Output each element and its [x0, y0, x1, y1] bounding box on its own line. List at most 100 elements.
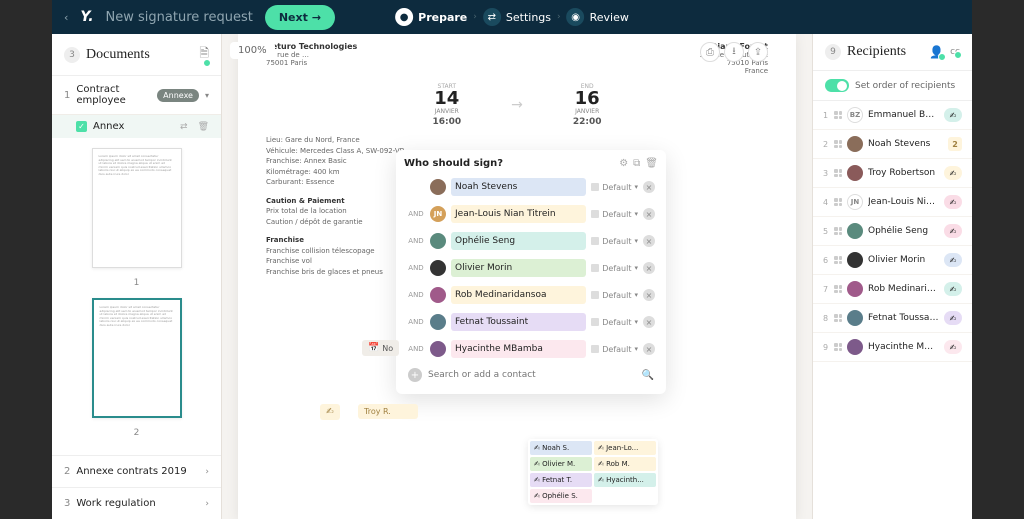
download-icon[interactable]: ⭳ [724, 42, 744, 62]
add-document-icon[interactable]: 🗎 [199, 44, 209, 65]
copy-icon[interactable]: ⧉ [633, 158, 640, 169]
drag-handle-icon[interactable] [834, 198, 842, 206]
avatar [847, 165, 863, 181]
page-thumbnail-2[interactable]: Lorem ipsum dolor sit amet consectetur a… [92, 298, 182, 418]
role-select[interactable]: Default ▾ [591, 264, 638, 273]
role-select[interactable]: Default ▾ [591, 183, 638, 192]
share-icon[interactable]: ⇪ [748, 42, 768, 62]
toggle-switch [825, 79, 849, 92]
annex-item[interactable]: ✓ Annex ⇄ 🗑 [52, 115, 221, 138]
cc-icon[interactable]: cc [950, 47, 960, 57]
step-review[interactable]: ◉Review [567, 8, 629, 26]
field-count: 2 [948, 137, 962, 151]
signer-name: Noah Stevens [451, 178, 586, 196]
recipient-row[interactable]: 6 Olivier Morin ✍ [813, 246, 972, 275]
role-select[interactable]: Default ▾ [591, 210, 638, 219]
signer-row[interactable]: AND Rob Medinaridansoa Default ▾ × [404, 283, 658, 307]
next-button[interactable]: Next → [265, 5, 335, 30]
settings-icon[interactable]: ⚙ [619, 158, 628, 169]
remove-icon[interactable]: × [643, 181, 655, 193]
avatar [847, 339, 863, 355]
avatar [430, 260, 446, 276]
delete-icon[interactable]: 🗑 [645, 158, 658, 169]
remove-icon[interactable]: × [643, 262, 655, 274]
role-select[interactable]: Default ▾ [591, 291, 638, 300]
recipient-row[interactable]: 4 JN Jean-Louis Nian Titrein ✍ [813, 188, 972, 217]
recipient-row[interactable]: 8 Fetnat Toussaint ✍ [813, 304, 972, 333]
recipient-row[interactable]: 2 Noah Stevens 2 [813, 130, 972, 159]
recipient-name: Emmanuel Boute or René… [868, 110, 939, 120]
signer-name: Olivier Morin [451, 259, 586, 277]
recipients-panel: 9 Recipients 👤 cc Set order of recipient… [812, 34, 972, 519]
avatar [847, 223, 863, 239]
print-icon[interactable]: ⎙ [700, 42, 720, 62]
recipient-row[interactable]: 3 Troy Robertson ✍ [813, 159, 972, 188]
step-prepare[interactable]: ●Prepare [395, 8, 467, 26]
drag-handle-icon[interactable] [834, 227, 842, 235]
document-item[interactable]: 2 Annexe contrats 2019 › [52, 455, 221, 487]
chevron-icon: › [205, 467, 209, 477]
signature-icon: ✍ [326, 407, 334, 417]
drag-handle-icon[interactable] [834, 140, 842, 148]
avatar [430, 314, 446, 330]
chevron-icon: › [205, 499, 209, 509]
avatar [430, 341, 446, 357]
recipient-row[interactable]: 5 Ophélie Seng ✍ [813, 217, 972, 246]
drag-handle-icon[interactable] [834, 169, 842, 177]
signature-field-chip[interactable]: Troy R. [358, 404, 418, 419]
arrow-icon: → [511, 97, 523, 113]
signature-preview: ✍ Ophélie S. [530, 489, 592, 503]
avatar [847, 136, 863, 152]
add-signer-row[interactable]: + 🔍 [404, 364, 658, 386]
document-item[interactable]: 3 Work regulation › [52, 487, 221, 519]
drag-handle-icon[interactable] [834, 256, 842, 264]
role-select[interactable]: Default ▾ [591, 237, 638, 246]
signature-status-icon: ✍ [944, 340, 962, 354]
remove-icon[interactable]: × [643, 208, 655, 220]
search-input[interactable] [428, 370, 636, 380]
remove-icon[interactable]: × [643, 289, 655, 301]
role-select[interactable]: Default ▾ [591, 345, 638, 354]
recipient-row[interactable]: 7 Rob Medinaridansoa ✍ [813, 275, 972, 304]
signer-row[interactable]: AND Hyacinthe MBamba Default ▾ × [404, 337, 658, 361]
swap-icon[interactable]: ⇄ [180, 122, 188, 132]
document-item[interactable]: 1 Contract employee Annexe ▾ [52, 76, 221, 115]
remove-icon[interactable]: × [643, 316, 655, 328]
set-order-toggle[interactable]: Set order of recipients [813, 71, 972, 101]
signer-row[interactable]: AND Fetnat Toussaint Default ▾ × [404, 310, 658, 334]
document-text: Lieu: Gare du Nord, France Véhicule: Mer… [266, 135, 406, 277]
plus-icon[interactable]: + [408, 368, 422, 382]
back-icon[interactable]: ‹ [64, 11, 68, 24]
signer-row[interactable]: Noah Stevens Default ▾ × [404, 175, 658, 199]
delete-icon[interactable]: 🗑 [198, 122, 209, 132]
remove-icon[interactable]: × [643, 343, 655, 355]
documents-title: Documents [86, 47, 193, 63]
signer-name: Jean-Louis Nian Titrein [451, 205, 586, 223]
date-field-chip[interactable]: 📅No [362, 340, 399, 356]
signer-row[interactable]: AND JN Jean-Louis Nian Titrein Default ▾… [404, 202, 658, 226]
doc-count: 3 [64, 47, 80, 63]
avatar [847, 281, 863, 297]
chevron-icon: › [473, 12, 477, 22]
chevron-down-icon[interactable]: ▾ [205, 91, 209, 100]
zoom-level[interactable]: 100% [230, 42, 275, 59]
recipient-row[interactable]: 1 BZ Emmanuel Boute or René… ✍ [813, 101, 972, 130]
role-select[interactable]: Default ▾ [591, 318, 638, 327]
drag-handle-icon[interactable] [834, 285, 842, 293]
signer-row[interactable]: AND Ophélie Seng Default ▾ × [404, 229, 658, 253]
step-settings[interactable]: ⇄Settings [483, 8, 551, 26]
add-recipient-icon[interactable]: 👤 [929, 45, 944, 59]
signature-field-chip[interactable]: ✍ [320, 404, 340, 420]
signer-name: Rob Medinaridansoa [451, 286, 586, 304]
drag-handle-icon[interactable] [834, 314, 842, 322]
signer-name: Fetnat Toussaint [451, 313, 586, 331]
signer-row[interactable]: AND Olivier Morin Default ▾ × [404, 256, 658, 280]
drag-handle-icon[interactable] [834, 111, 842, 119]
signer-name: Ophélie Seng [451, 232, 586, 250]
remove-icon[interactable]: × [643, 235, 655, 247]
recipient-name: Rob Medinaridansoa [868, 284, 939, 294]
page-thumbnail-1[interactable]: Lorem ipsum dolor sit amet consectetur a… [92, 148, 182, 268]
documents-panel: 3 Documents 🗎 1 Contract employee Annexe… [52, 34, 222, 519]
recipient-row[interactable]: 9 Hyacinthe MBamba ✍ [813, 333, 972, 362]
drag-handle-icon[interactable] [834, 343, 842, 351]
